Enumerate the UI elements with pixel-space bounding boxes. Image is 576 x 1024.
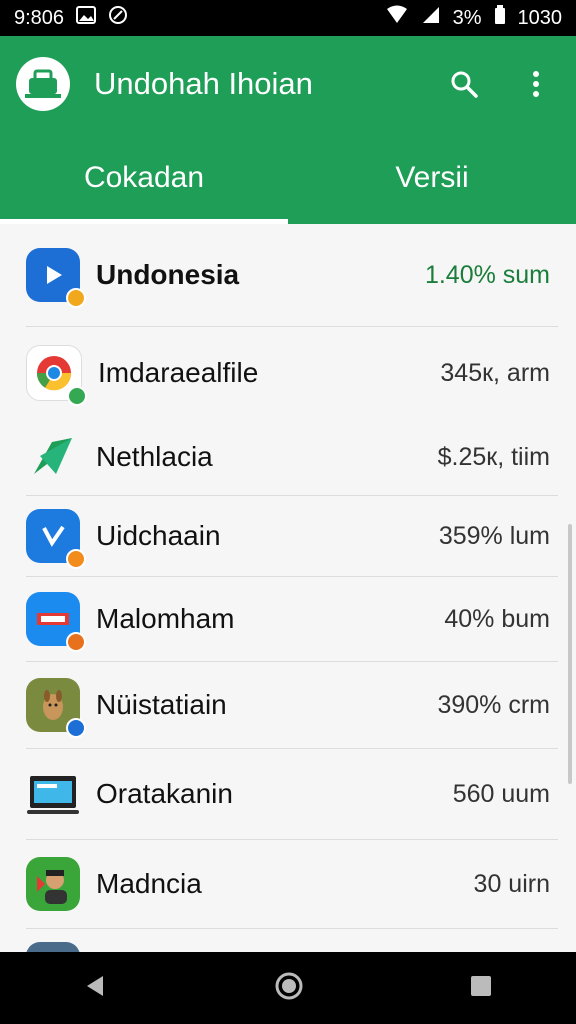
chrome-icon (26, 345, 87, 406)
tab-cokadan[interactable]: Cokadan (0, 132, 288, 224)
news-icon (26, 592, 86, 652)
status-right: 3% 1030 (385, 5, 562, 31)
list-item[interactable]: Imdaraealfile 345к, arm (0, 327, 576, 419)
scrollbar[interactable] (568, 524, 572, 784)
list-item[interactable]: Nethlacia $.25к, tiim (0, 419, 576, 495)
list-item[interactable]: Uidchaain 359% lum (0, 496, 576, 576)
item-value: 345к, arm (440, 358, 550, 387)
item-value: 560 uum (452, 779, 550, 808)
navigation-bar (0, 952, 576, 1024)
item-name: Nethlacia (96, 441, 213, 472)
gallery-icon (76, 6, 97, 30)
signal-icon (421, 5, 441, 31)
list-item[interactable]: Undonesia 1.40% sum (0, 224, 576, 326)
item-value: 1.40% sum (424, 260, 550, 289)
list-item[interactable]: Nüistatiain 390% crm (0, 662, 576, 748)
app-title: Undohah Ihoian (94, 66, 313, 101)
recent-apps-icon[interactable] (469, 974, 493, 1003)
tab-bar: Cokadan Versii (0, 132, 576, 224)
status-clock: 1030 (517, 6, 563, 29)
tab-versii[interactable]: Versii (288, 132, 576, 224)
item-value: 359% lum (438, 521, 550, 550)
badge-icon (66, 718, 86, 738)
badge-icon (66, 288, 86, 308)
home-icon[interactable] (274, 971, 304, 1006)
status-bar: 9:806 3% 1030 (0, 0, 576, 36)
item-name: Oratakanin (96, 778, 233, 809)
item-value: 40% bum (444, 604, 550, 633)
person-icon (26, 942, 80, 952)
animal-icon (26, 678, 86, 738)
status-time: 9:806 (14, 6, 65, 29)
back-icon[interactable] (83, 973, 109, 1004)
video-icon (26, 248, 86, 308)
status-left: 9:806 (14, 5, 128, 31)
list-item[interactable]: Malomham 40% bum (0, 577, 576, 661)
item-name: Undonesia (96, 259, 240, 290)
item-value: 30 uirn (473, 869, 550, 898)
list-item[interactable] (0, 929, 576, 952)
app-bar: Undohah Ihoian (0, 36, 576, 132)
wifi-icon (385, 5, 409, 31)
send-icon (26, 430, 80, 484)
battery-icon (494, 5, 506, 31)
item-value: 390% crm (437, 690, 550, 719)
badge-icon (67, 386, 87, 406)
sync-icon (108, 5, 128, 31)
item-name: Nüistatiain (96, 689, 227, 720)
app-logo[interactable] (16, 57, 70, 111)
badge-icon (66, 549, 86, 569)
item-name: Uidchaain (96, 520, 221, 551)
more-options-icon[interactable] (518, 66, 554, 102)
laptop-icon (26, 767, 80, 821)
list-item[interactable]: Oratakanin 560 uum (0, 749, 576, 839)
edit-icon (26, 509, 86, 569)
list-item[interactable]: Madncia 30 uirn (0, 840, 576, 928)
app-actions (446, 66, 554, 102)
search-icon[interactable] (446, 66, 482, 102)
item-name: Madncia (96, 868, 202, 899)
badge-icon (66, 632, 86, 652)
app-list: Undonesia 1.40% sum Imdaraealfile 345к, … (0, 224, 576, 952)
item-name: Malomham (96, 603, 235, 634)
person-icon (26, 857, 80, 911)
item-value: $.25к, tiim (437, 442, 550, 471)
item-name: Imdaraealfile (98, 357, 259, 388)
battery-percent: 3% (452, 6, 482, 29)
